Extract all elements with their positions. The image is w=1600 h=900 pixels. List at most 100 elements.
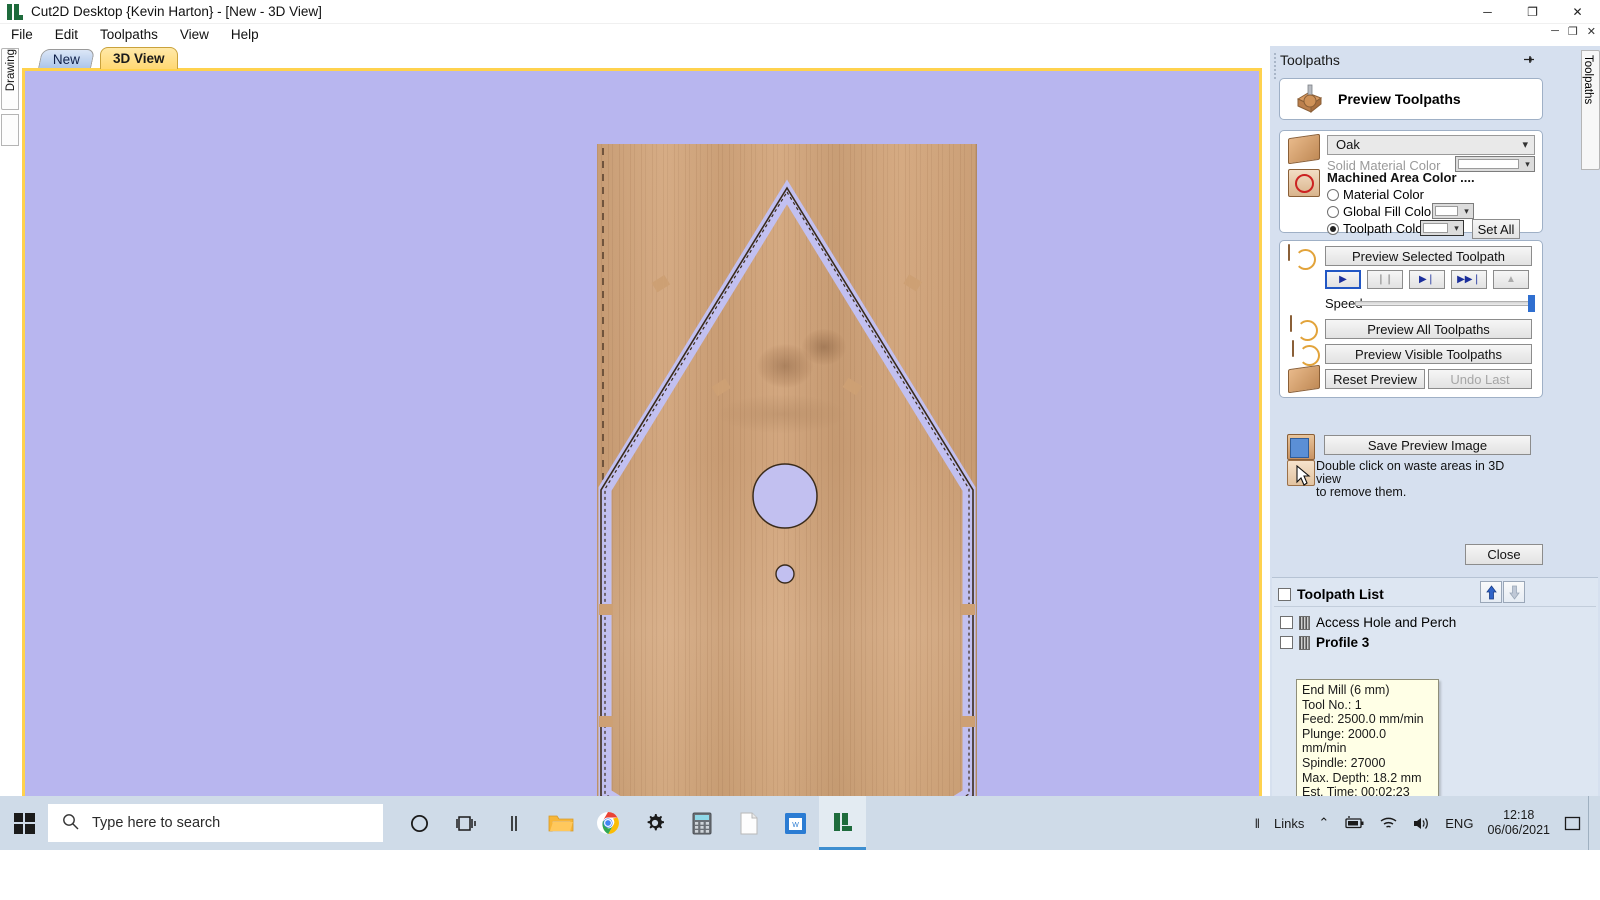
radio-material-color[interactable]: Material Color — [1327, 187, 1424, 202]
radio-toolpath-color-label: Toolpath Color — [1343, 221, 1427, 236]
search-input[interactable]: Type here to search — [48, 804, 383, 842]
show-desktop-button[interactable] — [1588, 796, 1600, 850]
menu-toolpaths[interactable]: Toolpaths — [89, 25, 169, 44]
toolpath-icon — [1299, 636, 1310, 650]
mdi-window-controls: ─ ❐ ✕ — [1551, 25, 1596, 38]
dock-rail-toolpaths[interactable]: Toolpaths — [1581, 50, 1600, 170]
taskbar: Type here to search — [0, 796, 1600, 850]
clock[interactable]: 12:18 06/06/2021 — [1480, 796, 1557, 850]
left-tab-secondary[interactable] — [1, 114, 19, 146]
battery-icon[interactable] — [1336, 796, 1372, 850]
tray-divider: ‖ — [1248, 796, 1267, 850]
mdi-close-button[interactable]: ✕ — [1587, 25, 1596, 38]
left-tab-drawing[interactable]: Drawing — [1, 48, 19, 110]
toolpath-list-panel: Toolpath List Access Hole and Perch Prof… — [1272, 577, 1598, 829]
list-item[interactable]: Profile 3 — [1280, 635, 1369, 650]
volume-icon[interactable] — [1405, 796, 1438, 850]
material-board[interactable] — [597, 144, 977, 828]
toolpath-list-body[interactable]: Access Hole and Perch Profile 3 End Mill… — [1274, 606, 1596, 828]
mdi-minimize-button[interactable]: ─ — [1551, 25, 1559, 38]
play-button[interactable]: ▶ — [1325, 270, 1361, 289]
preview-visible-icon — [1292, 340, 1294, 357]
to-end-button[interactable]: ▲ — [1493, 270, 1529, 289]
word-icon[interactable]: W — [772, 796, 819, 850]
chrome-icon[interactable] — [584, 796, 631, 850]
move-up-button[interactable] — [1480, 581, 1502, 603]
global-fill-color-swatch[interactable]: ▾ — [1432, 203, 1474, 219]
radio-indicator — [1327, 223, 1339, 235]
material-select[interactable]: Oak ▾ — [1327, 135, 1535, 155]
preview-toolpaths-header[interactable]: Preview Toolpaths — [1279, 78, 1543, 120]
fast-forward-button[interactable]: ▶▶❘ — [1451, 270, 1487, 289]
pin-icon[interactable] — [1522, 53, 1535, 69]
reset-preview-button[interactable]: Reset Preview — [1325, 369, 1425, 389]
dock-title: Toolpaths — [1280, 52, 1550, 68]
speed-slider-track[interactable] — [1355, 301, 1535, 306]
toolpath-list-header[interactable]: Toolpath List — [1278, 586, 1384, 602]
step-button[interactable]: ▶❘ — [1409, 270, 1445, 289]
checkbox-indicator[interactable] — [1280, 636, 1293, 649]
radio-indicator — [1327, 189, 1339, 201]
waste-area-hint-line2: to remove them. — [1316, 486, 1532, 499]
radio-global-fill-color[interactable]: Global Fill Color — [1327, 204, 1435, 219]
minimize-button[interactable]: ─ — [1465, 0, 1510, 24]
mdi-restore-button[interactable]: ❐ — [1568, 25, 1578, 38]
tooltip-plunge: Plunge: 2000.0 mm/min — [1302, 727, 1433, 756]
close-panel-button[interactable]: Close — [1465, 544, 1543, 565]
language-indicator[interactable]: ENG — [1438, 796, 1480, 850]
menu-help[interactable]: Help — [220, 25, 270, 44]
radio-toolpath-color[interactable]: Toolpath Color — [1327, 221, 1427, 236]
clock-date: 06/06/2021 — [1487, 823, 1550, 838]
checkbox-indicator[interactable] — [1280, 616, 1293, 629]
maximize-button[interactable]: ❐ — [1510, 0, 1555, 24]
color-swatch — [1458, 159, 1519, 169]
menu-file[interactable]: File — [0, 25, 44, 44]
search-icon — [62, 813, 79, 834]
notepad-icon[interactable] — [725, 796, 772, 850]
menu-view[interactable]: View — [169, 25, 220, 44]
tab-new[interactable]: New — [38, 49, 95, 69]
dock-grip-handle[interactable] — [1273, 52, 1277, 80]
snip-icon[interactable] — [490, 796, 537, 850]
wifi-icon[interactable] — [1372, 796, 1405, 850]
preview-all-toolpaths-button[interactable]: Preview All Toolpaths — [1325, 319, 1532, 339]
pause-button[interactable]: ❙❙ — [1367, 270, 1403, 289]
action-center-icon[interactable] — [1557, 796, 1588, 850]
preview-all-icon — [1290, 315, 1292, 332]
calculator-icon[interactable] — [678, 796, 725, 850]
machined-toolpath-overlay — [597, 144, 977, 828]
left-tab-drawing-label: Drawing — [2, 49, 20, 94]
material-settings-panel: Oak ▾ Solid Material Color ▾ Machined Ar… — [1279, 130, 1543, 233]
speed-slider-thumb[interactable] — [1528, 295, 1535, 312]
material-select-value: Oak — [1336, 137, 1360, 152]
tray-links-label[interactable]: Links — [1267, 796, 1311, 850]
move-down-button[interactable] — [1503, 581, 1525, 603]
tab-new-label: New — [53, 50, 80, 69]
window-controls: ─ ❐ ✕ — [1465, 0, 1600, 24]
checkbox-indicator[interactable] — [1278, 588, 1291, 601]
chevron-down-icon: ▾ — [1522, 136, 1528, 154]
set-all-button[interactable]: Set All — [1472, 219, 1520, 239]
main-area: Drawing New 3D View — [0, 46, 1600, 850]
chevron-down-icon: ▾ — [1521, 157, 1534, 171]
view-tab-row: New 3D View — [22, 46, 1262, 69]
save-preview-image-button[interactable]: Save Preview Image — [1324, 435, 1531, 455]
cut2d-icon[interactable] — [819, 796, 866, 850]
preview-selected-toolpath-button[interactable]: Preview Selected Toolpath — [1325, 246, 1532, 266]
task-view-icon[interactable] — [443, 796, 490, 850]
list-item[interactable]: Access Hole and Perch — [1280, 615, 1456, 630]
settings-icon[interactable] — [631, 796, 678, 850]
close-button[interactable]: ✕ — [1555, 0, 1600, 24]
view-3d-frame — [22, 68, 1262, 828]
cortana-icon[interactable] — [396, 796, 443, 850]
preview-visible-toolpaths-button[interactable]: Preview Visible Toolpaths — [1325, 344, 1532, 364]
tab-3d-view[interactable]: 3D View — [100, 47, 178, 69]
file-explorer-icon[interactable] — [537, 796, 584, 850]
view-3d-canvas[interactable] — [25, 71, 1259, 825]
undo-last-button: Undo Last — [1428, 369, 1532, 389]
windows-start-icon[interactable] — [0, 796, 48, 850]
menu-edit[interactable]: Edit — [44, 25, 89, 44]
chevron-up-icon[interactable]: ⌃ — [1311, 796, 1336, 850]
toolpath-color-swatch[interactable]: ▾ — [1420, 220, 1464, 236]
system-tray: ‖ Links ⌃ ENG 12:18 06/06/2021 — [1248, 796, 1600, 850]
